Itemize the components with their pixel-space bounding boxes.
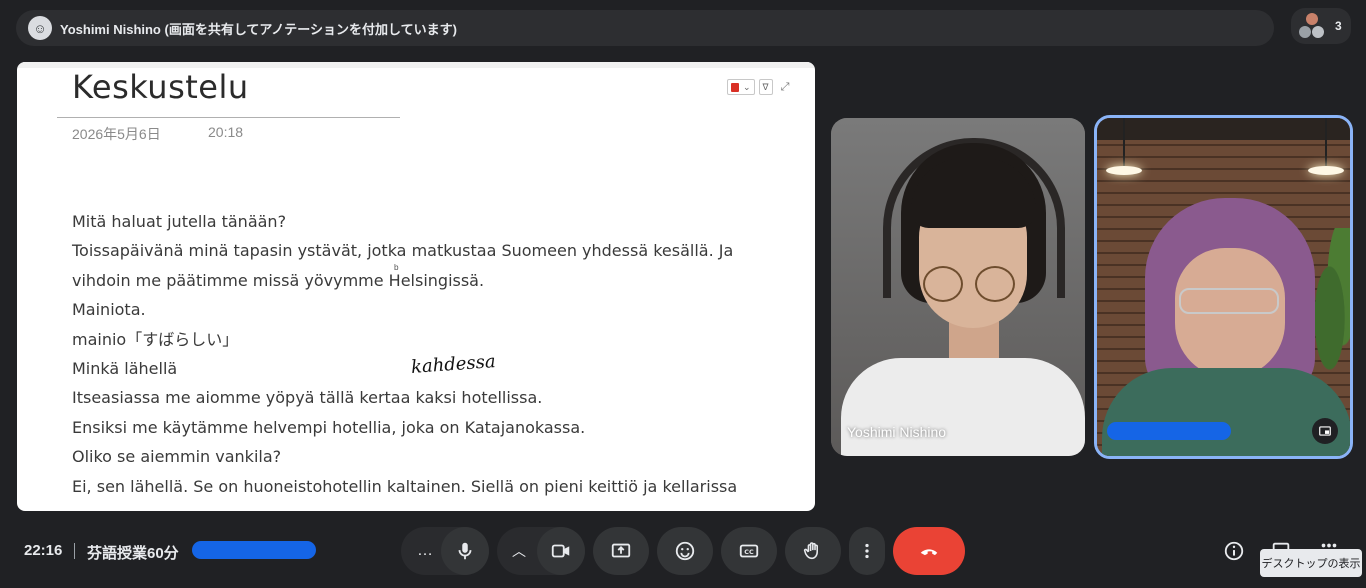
pointer-cursor-icon: ᵇ: [394, 262, 399, 276]
document-date: 2026年5月6日: [72, 126, 161, 142]
document-line: Mainiota.: [72, 300, 146, 320]
pip-glyph: [1319, 426, 1331, 436]
redacted-name: [1107, 422, 1231, 440]
chevron-up-icon: ︿: [512, 543, 526, 559]
document-body: Mitä haluat jutella tänään? Toissapäivän…: [72, 207, 802, 501]
document-time: 20:18: [208, 124, 244, 140]
reactions-button[interactable]: [657, 527, 713, 575]
more-options-button[interactable]: [849, 527, 885, 575]
notebook-color-button[interactable]: ⌄: [727, 79, 755, 95]
glasses-right: [975, 266, 1015, 302]
expand-icon[interactable]: ⤢: [781, 81, 790, 94]
filter-button[interactable]: ∇: [758, 79, 773, 95]
show-desktop-tooltip: デスクトップの表示: [1260, 549, 1362, 577]
sweater-shape: [1102, 368, 1350, 456]
present-screen-button[interactable]: [593, 527, 649, 575]
ceiling-beam: [1097, 118, 1350, 140]
hand-icon: [803, 542, 818, 560]
participant-avatars: [1299, 13, 1325, 39]
meeting-clock: 22:16: [24, 542, 63, 559]
presenter-title: Yoshimi Nishino (画面を共有してアノテーションを付加しています): [60, 21, 457, 37]
picture-in-picture-icon[interactable]: [1312, 418, 1338, 444]
svg-text:CC: CC: [744, 548, 754, 556]
document-line: Ei, sen lähellä. Se on huoneistohotellin…: [72, 476, 738, 496]
raise-hand-button[interactable]: [785, 527, 841, 575]
camera-icon: [551, 544, 570, 558]
hang-up-icon: [920, 549, 938, 556]
participant-name: Yoshimi Nishino: [847, 424, 947, 440]
shirt-shape: [841, 358, 1085, 456]
emoji-icon: [675, 541, 695, 561]
meet-window: ☺ Yoshimi Nishino (画面を共有してアノテーションを付加していま…: [0, 0, 1366, 588]
participant-avatar: [1299, 26, 1311, 38]
glasses-left: [923, 266, 963, 302]
participants-button[interactable]: 3: [1291, 8, 1351, 44]
document-line: Oliko se aiemmin vankila?: [72, 447, 282, 467]
document-toolbar: ⌄ ∇ ⤢: [727, 79, 789, 95]
leave-call-button[interactable]: [893, 527, 965, 575]
more-horizontal-icon: …: [417, 542, 433, 559]
presenter-bar: ☺ Yoshimi Nishino (画面を共有してアノテーションを付加していま…: [16, 10, 1274, 46]
captions-icon: CC: [739, 544, 759, 558]
presenter-avatar: ☺: [28, 16, 52, 40]
document-line: Mitä haluat jutella tänään?: [72, 212, 287, 231]
clock-divider: [74, 543, 75, 559]
more-vertical-icon: [865, 543, 869, 559]
shared-screen: Keskustelu 2026年5月6日 20:18 ⌄ ∇ ⤢ Mitä ha…: [17, 62, 815, 511]
glasses-shape: [1179, 288, 1279, 314]
video-options-button[interactable]: ︿: [501, 527, 537, 575]
document-line: Itseasiassa me aiomme yöpyä tällä kertaa…: [72, 388, 543, 408]
audio-options-button[interactable]: …: [405, 527, 445, 575]
camera-button[interactable]: [537, 527, 585, 575]
title-divider: [57, 117, 400, 118]
chevron-down-icon: ⌄: [743, 81, 751, 92]
lamp-cord: [1325, 118, 1327, 168]
microphone-icon: [458, 542, 472, 560]
redacted-meeting-code: [192, 541, 316, 559]
document-line: Ensiksi me käytämme helvempi hotellia, j…: [72, 417, 586, 437]
filter-icon: ∇: [762, 81, 769, 92]
microphone-button[interactable]: [441, 527, 489, 575]
participant-avatar: [1312, 26, 1324, 38]
captions-button[interactable]: CC: [721, 527, 777, 575]
document-line: Toissapäivänä minä tapasin ystävät, jotk…: [72, 241, 734, 261]
red-square-icon: [731, 82, 739, 92]
lamp-cord: [1123, 118, 1125, 168]
participant-tile-active[interactable]: [1094, 115, 1353, 459]
meeting-details-button[interactable]: [1221, 538, 1247, 564]
participant-tile-yoshimi[interactable]: Yoshimi Nishino: [831, 118, 1085, 456]
lamp-icon: [1308, 166, 1344, 175]
participant-count: 3: [1335, 19, 1342, 33]
document-line: mainio「すばらしい」: [72, 329, 239, 349]
participant-avatar: [1306, 13, 1318, 25]
present-screen-icon: [611, 543, 631, 558]
document-title: Keskustelu: [72, 68, 249, 106]
meeting-title: 芬語授業60分: [87, 545, 179, 562]
lamp-icon: [1106, 166, 1142, 175]
info-icon: [1224, 541, 1244, 561]
document-line: vihdoin me päätimme missä yövymme Helsin…: [72, 270, 485, 290]
